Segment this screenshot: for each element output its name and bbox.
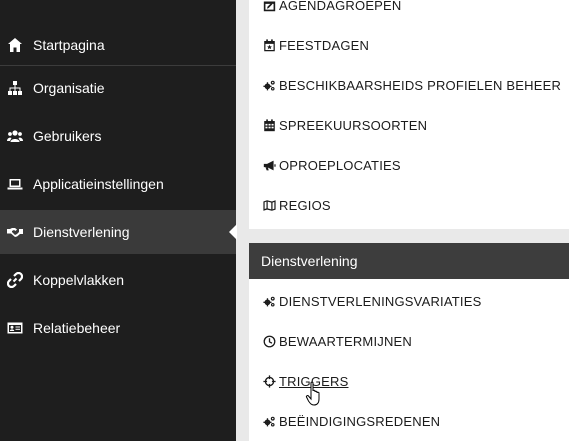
menu-item-label: AGENDAGROEPEN [279,0,402,13]
sidebar-item-applicatieinstellingen[interactable]: Applicatieinstellingen [0,162,236,206]
menu-item-agendagroepen[interactable]: AGENDAGROEPEN [261,0,402,15]
menu-item-label: FEESTDAGEN [279,37,370,53]
menu-item-label: BESCHIKBAARSHEIDS PROFIELEN BEHEER [279,77,562,93]
home-icon [6,36,24,54]
menu-item-dienstverleningsvariaties[interactable]: DIENSTVERLENINGSVARIATIES [261,291,481,311]
clock-icon [261,333,277,349]
users-icon [6,127,24,145]
sidebar: Startpagina Organisatie Gebruikers Appli… [0,0,237,441]
sidebar-item-organisatie[interactable]: Organisatie [0,66,236,110]
sidebar-item-label: Applicatieinstellingen [33,176,164,192]
menu-item-label: SPREEKUURSOORTEN [279,117,428,133]
menu-item-label: BEËINDIGINGSREDENEN [279,413,441,429]
menu-item-beschikbaarheids-profielen[interactable]: BESCHIKBAARSHEIDS PROFIELEN BEHEER [261,75,561,95]
menu-item-label: REGIOS [279,197,331,213]
sidebar-item-koppelvlakken[interactable]: Koppelvlakken [0,258,236,302]
id-card-icon [6,319,24,337]
menu-item-label: BEWAARTERMIJNEN [279,333,413,349]
bullhorn-icon [261,157,277,173]
menu-item-oproeplocaties[interactable]: OPROEPLOCATIES [261,155,401,175]
sidebar-item-label: Dienstverlening [33,224,130,240]
menu-item-label: DIENSTVERLENINGSVARIATIES [279,293,482,309]
menu-item-feestdagen[interactable]: FEESTDAGEN [261,35,369,55]
sitemap-icon [6,79,24,97]
calendar-grid-icon [261,117,277,133]
section-title: Dienstverlening [249,243,569,279]
sidebar-item-label: Startpagina [33,37,105,53]
hand-cursor-icon [305,381,320,406]
menu-item-regios[interactable]: REGIOS [261,195,331,215]
sidebar-item-gebruikers[interactable]: Gebruikers [0,114,236,158]
menu-item-spreekuursoorten[interactable]: SPREEKUURSOORTEN [261,115,427,135]
link-icon [6,271,24,289]
sidebar-item-dienstverlening[interactable]: Dienstverlening [0,210,236,254]
handshake-icon [6,223,24,241]
dienstverlening-card: Dienstverlening DIENSTVERLENINGSVARIATIE… [249,243,569,441]
sidebar-item-label: Organisatie [33,80,105,96]
sidebar-item-startpagina[interactable]: Startpagina [0,23,236,67]
settings-card: AGENDAGROEPEN FEESTDAGEN BESCHIKBAARSHEI… [249,0,569,229]
sidebar-item-label: Relatiebeheer [33,320,121,336]
sidebar-item-relatiebeheer[interactable]: Relatiebeheer [0,306,236,350]
sidebar-item-label: Gebruikers [33,128,102,144]
cogs-icon [261,77,277,93]
cogs-icon [261,413,277,429]
menu-item-beeindigingsredenen[interactable]: BEËINDIGINGSREDENEN [261,411,440,431]
calendar-star-icon [261,37,277,53]
crosshairs-icon [261,373,277,389]
laptop-icon [6,175,24,193]
map-icon [261,197,277,213]
menu-item-label: OPROEPLOCATIES [279,157,401,173]
active-indicator [229,224,237,240]
menu-item-bewaartermijnen[interactable]: BEWAARTERMIJNEN [261,331,412,351]
cogs-icon [261,293,277,309]
sidebar-item-label: Koppelvlakken [33,272,125,288]
calendar-edit-icon [261,0,277,13]
